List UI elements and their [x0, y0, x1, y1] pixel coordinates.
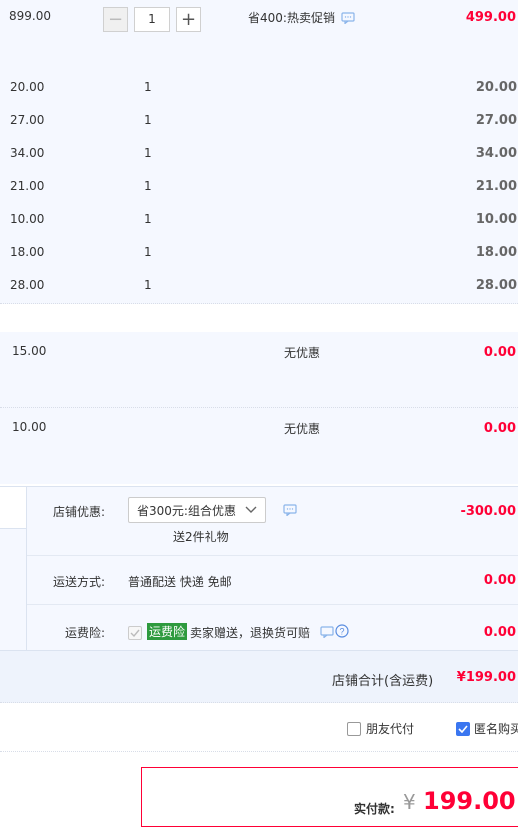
main-item-promo-text: 省400:热卖促销: [248, 11, 335, 25]
payment-amount: 199.00: [423, 787, 516, 815]
extra-item-subtotal: 0.00: [483, 421, 516, 436]
shop-discount-amount: -300.00: [460, 504, 516, 519]
anonymous-label: 匿名购买: [474, 722, 518, 736]
main-item-subtotal: 499.00: [465, 10, 516, 25]
extra-item-promo: 无优惠: [284, 422, 321, 436]
shipping-amount: 0.00: [483, 573, 516, 588]
increase-quantity-button[interactable]: +: [176, 7, 201, 32]
gift-item-price: 27.00: [10, 113, 45, 127]
gift-item-price: 10.00: [10, 212, 45, 226]
extra-item-promo: 无优惠: [284, 346, 321, 360]
currency-symbol: ¥: [403, 790, 416, 814]
side-column: [0, 487, 27, 529]
insurance-checkbox[interactable]: [128, 625, 142, 640]
friend-pay-checkbox[interactable]: [347, 721, 361, 736]
divider: [0, 303, 518, 304]
anonymous-checkbox[interactable]: [456, 721, 470, 736]
svg-text:?: ?: [339, 627, 344, 637]
gift-item-subtotal: 27.00: [475, 113, 517, 128]
shop-total-row: 店铺合计(含运费) ¥199.00: [0, 650, 518, 703]
shipping-row: 运送方式: 普通配送 快递 免邮 0.00: [27, 556, 518, 605]
anonymous-option[interactable]: 匿名购买: [456, 720, 518, 737]
shop-discount-row: 店铺优惠: 省300元:组合优惠 送2件礼物 -300.00: [27, 487, 518, 556]
gift-item-subtotal: 34.00: [475, 146, 517, 161]
gift-item-qty: 1: [144, 80, 152, 94]
shipping-value: 普通配送 快递 免邮: [128, 575, 232, 589]
main-item-unit-price: 899.00: [9, 9, 51, 23]
shop-total-label: 店铺合计(含运费): [332, 674, 434, 689]
insurance-tag: 运费险: [147, 623, 188, 640]
insurance-row: 运费险: 运费险 卖家赠送，退换货可赔 ? 0.00: [27, 605, 518, 650]
quantity-input[interactable]: 1: [134, 7, 170, 32]
list-item: 10.00 1 10.00: [0, 212, 518, 230]
gift-item-price: 18.00: [10, 245, 45, 259]
gift-item-subtotal: 10.00: [475, 212, 517, 227]
gift-item-qty: 1: [144, 212, 152, 226]
extra-item-price: 15.00: [12, 344, 47, 358]
gift-item-subtotal: 20.00: [475, 80, 517, 95]
payment-label: 实付款:: [354, 802, 395, 816]
gift-item-price: 20.00: [10, 80, 45, 94]
list-item: 34.00 1 34.00: [0, 146, 518, 164]
promo-message-icon[interactable]: [341, 12, 355, 27]
friend-pay-label: 朋友代付: [366, 722, 415, 736]
gift-item-subtotal: 28.00: [475, 278, 517, 293]
friend-pay-option[interactable]: 朋友代付: [347, 720, 414, 737]
quantity-stepper: − 1 +: [103, 7, 201, 32]
gift-item-qty: 1: [144, 245, 152, 259]
list-item: 21.00 1 21.00: [0, 179, 518, 197]
insurance-message-icon[interactable]: [320, 626, 334, 641]
extra-item-subtotal: 0.00: [483, 345, 516, 360]
payment-summary-box: 实付款: ¥ 199.00: [141, 767, 518, 827]
list-item: 20.00 1 20.00: [0, 80, 518, 98]
gift-item-qty: 1: [144, 278, 152, 292]
discount-message-icon[interactable]: [283, 504, 297, 519]
gift-item-qty: 1: [144, 113, 152, 127]
insurance-label: 运费险:: [65, 626, 106, 640]
gift-item-qty: 1: [144, 146, 152, 160]
shop-discount-label: 店铺优惠:: [53, 505, 106, 519]
gift-item-price: 28.00: [10, 278, 45, 292]
gift-item-subtotal: 18.00: [475, 245, 517, 260]
side-column: [0, 529, 27, 650]
extra-item-row: 10.00 无优惠 0.00: [0, 408, 518, 484]
shop-total-amount: ¥199.00: [456, 670, 516, 685]
list-item: 18.00 1 18.00: [0, 245, 518, 263]
shop-discount-select-value: 省300元:组合优惠: [137, 503, 236, 518]
shop-discount-gift: 送2件礼物: [173, 530, 229, 544]
shop-discount-select[interactable]: 省300元:组合优惠: [128, 497, 266, 523]
extra-item-price: 10.00: [12, 420, 47, 434]
insurance-desc: 卖家赠送，退换货可赔: [190, 626, 311, 640]
extra-item-row: 15.00 无优惠 0.00: [0, 332, 518, 408]
list-item: 28.00 1 28.00: [0, 278, 518, 296]
chevron-down-icon: [245, 503, 257, 517]
decrease-quantity-button[interactable]: −: [103, 7, 128, 32]
gift-item-price: 21.00: [10, 179, 45, 193]
gift-item-subtotal: 21.00: [475, 179, 517, 194]
gift-item-price: 34.00: [10, 146, 45, 160]
help-icon[interactable]: ?: [335, 624, 349, 641]
shipping-label: 运送方式:: [53, 575, 106, 589]
gift-item-qty: 1: [144, 179, 152, 193]
insurance-amount: 0.00: [483, 625, 516, 640]
order-options-row: 朋友代付 匿名购买: [0, 703, 518, 752]
list-item: 27.00 1 27.00: [0, 113, 518, 131]
